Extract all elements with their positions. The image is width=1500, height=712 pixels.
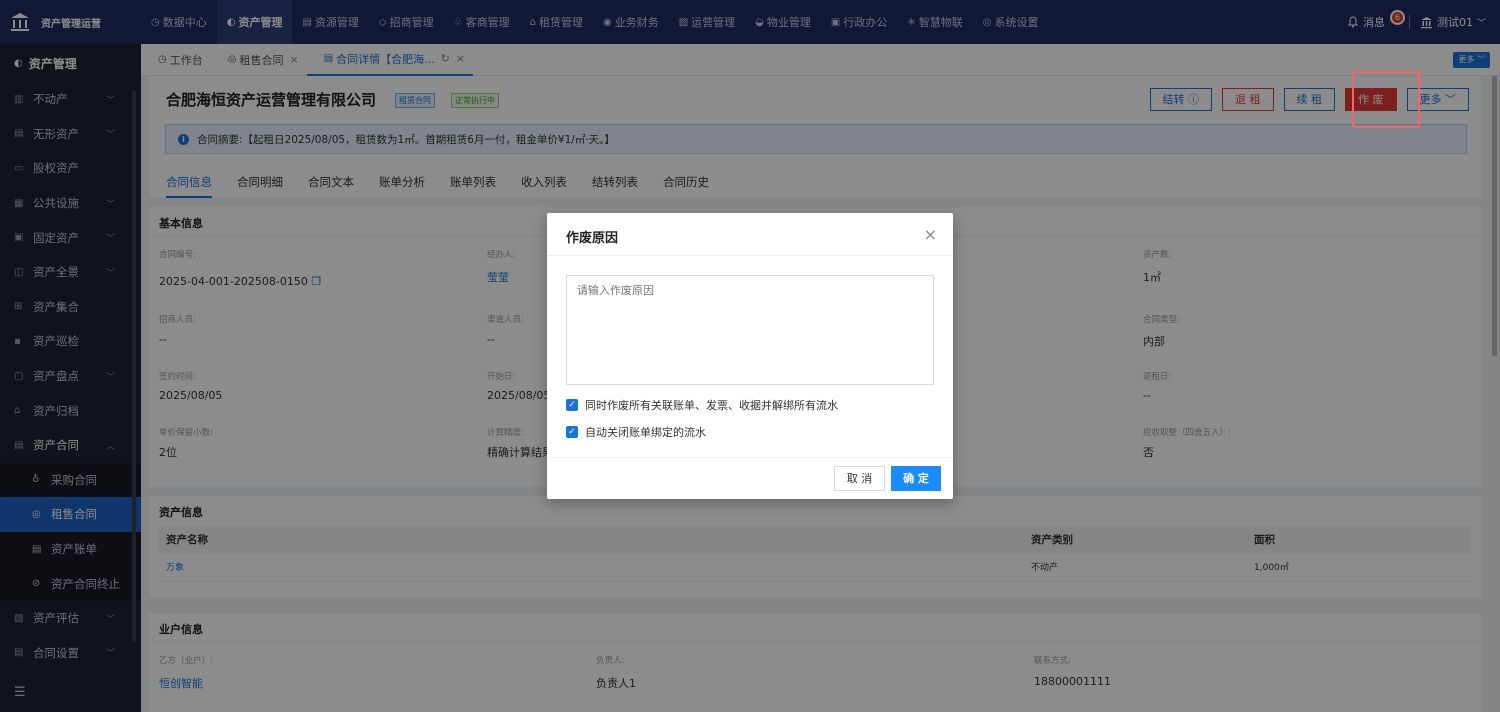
highlight-box xyxy=(1352,71,1420,128)
divider xyxy=(547,457,953,458)
void-reason-input[interactable] xyxy=(566,275,934,385)
checkbox-checked-icon[interactable]: ✓ xyxy=(566,399,578,411)
confirm-button[interactable]: 确 定 xyxy=(891,466,941,491)
close-icon[interactable]: × xyxy=(924,225,937,244)
void-all-checkbox[interactable]: ✓ 同时作废所有关联账单、发票、收据并解绑所有流水 xyxy=(566,397,838,413)
divider xyxy=(547,255,953,256)
void-reason-dialog: 作废原因 × ✓ 同时作废所有关联账单、发票、收据并解绑所有流水 ✓ 自动关闭账… xyxy=(547,213,953,499)
dialog-title: 作废原因 xyxy=(566,231,619,246)
checkbox-checked-icon[interactable]: ✓ xyxy=(566,426,578,438)
close-flow-checkbox[interactable]: ✓ 自动关闭账单绑定的流水 xyxy=(566,424,706,440)
cancel-button[interactable]: 取 消 xyxy=(834,466,885,491)
